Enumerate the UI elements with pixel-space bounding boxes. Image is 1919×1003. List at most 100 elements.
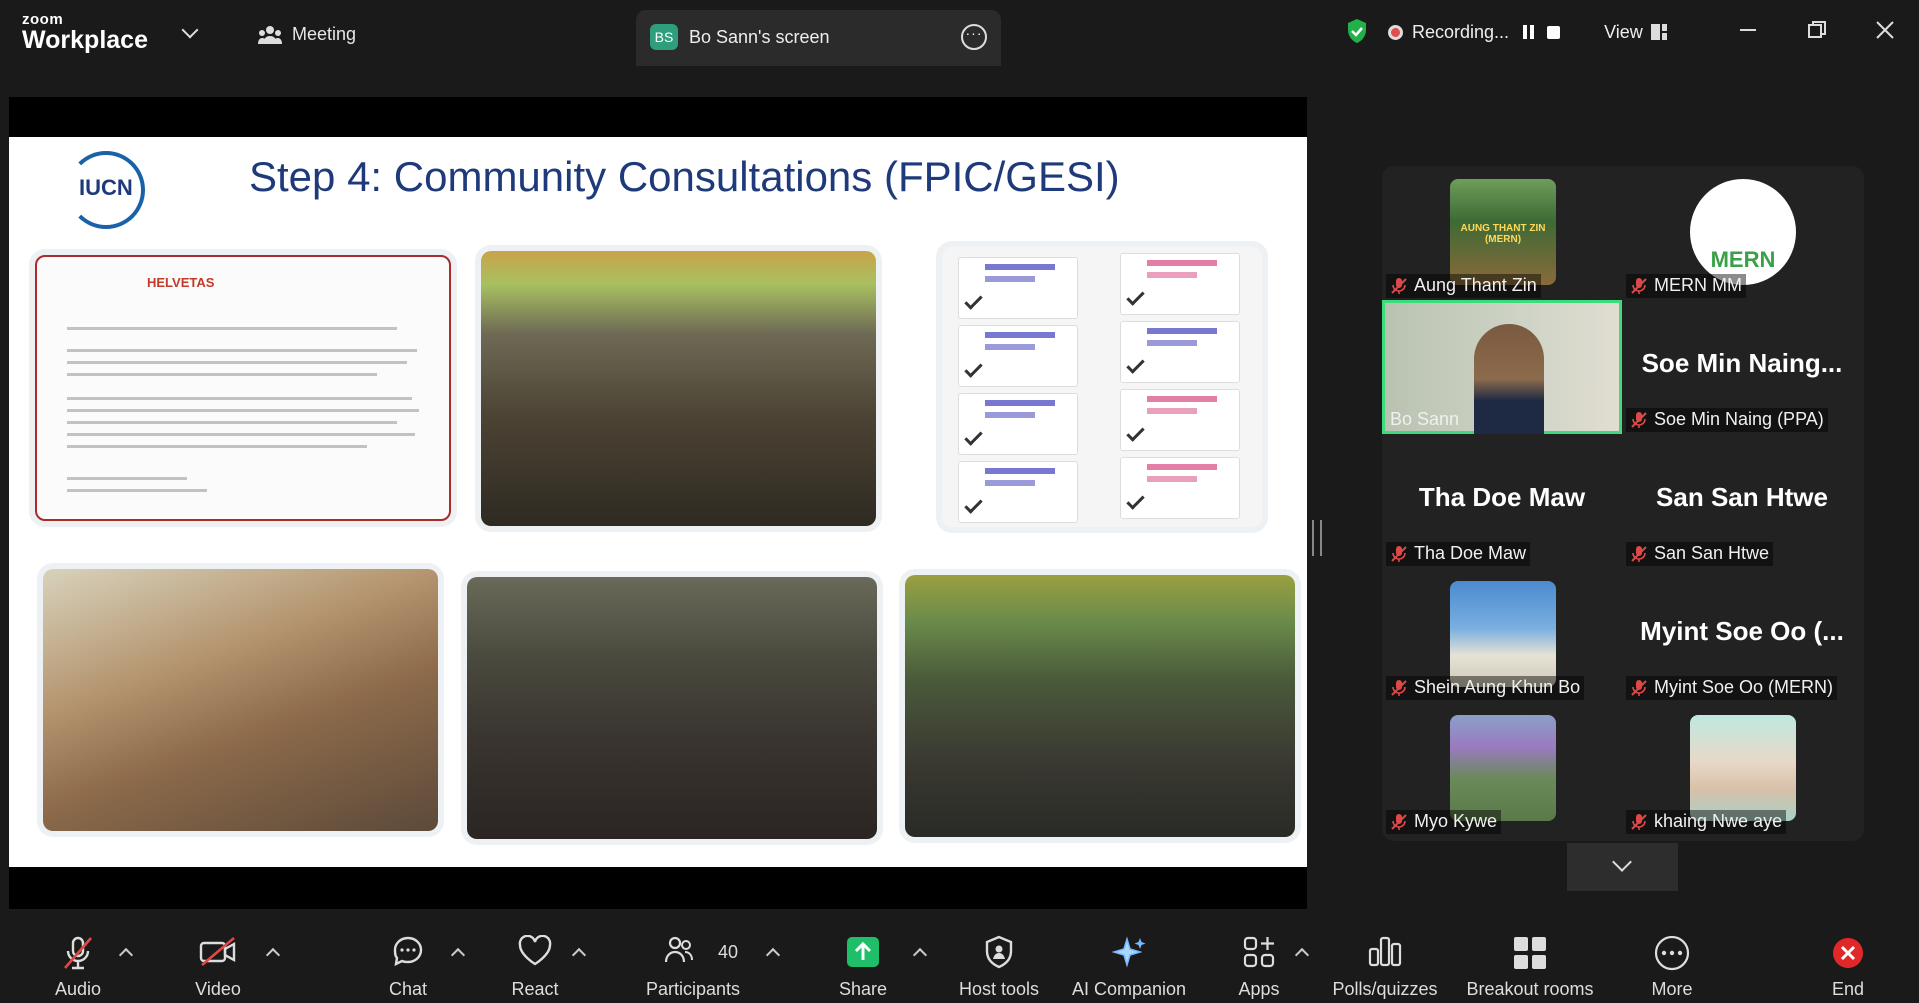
title-bar: zoom Workplace Meeting BS Bo Sann's scre… bbox=[0, 0, 1919, 66]
react-button[interactable]: React bbox=[487, 917, 583, 1003]
muted-mic-icon bbox=[1391, 679, 1407, 696]
participant-name: Tha Doe Maw bbox=[1386, 542, 1531, 566]
participant-thumbnail: MERN bbox=[1690, 179, 1796, 285]
recording-indicator: Recording... View bbox=[1380, 12, 1694, 52]
meeting-label: Meeting bbox=[292, 24, 357, 44]
sharer-avatar: BS bbox=[650, 24, 678, 50]
participant-name: Shein Aung Khun Bo bbox=[1386, 676, 1585, 700]
chevron-down-icon bbox=[1612, 852, 1632, 872]
participant-tile[interactable]: Soe Min Naing... Soe Min Naing (PPA) bbox=[1622, 300, 1862, 434]
recording-label: Recording... bbox=[1412, 21, 1510, 42]
view-button[interactable]: View bbox=[1604, 22, 1667, 43]
participant-tile[interactable]: MERN MERN MM bbox=[1622, 166, 1862, 300]
meeting-toolbar: Audio Video Chat React 40 Participants S… bbox=[0, 917, 1919, 1003]
pause-recording-button[interactable] bbox=[1523, 25, 1535, 39]
slide-title: Step 4: Community Consultations (FPIC/GE… bbox=[249, 153, 1120, 200]
shield-icon bbox=[985, 935, 1013, 969]
muted-mic-icon bbox=[1391, 277, 1407, 294]
participant-name: Soe Min Naing (PPA) bbox=[1626, 408, 1828, 432]
participant-thumbnail: AUNG THANT ZIN (MERN) bbox=[1450, 179, 1556, 285]
participants-icon bbox=[664, 936, 693, 963]
breakout-grid-icon bbox=[1514, 937, 1546, 969]
share-button[interactable]: Share bbox=[815, 917, 911, 1003]
stop-recording-button[interactable] bbox=[1547, 25, 1561, 39]
shared-screen[interactable]: IUCN Step 4: Community Consultations (FP… bbox=[9, 97, 1307, 909]
participant-display-name: Tha Doe Maw bbox=[1418, 482, 1586, 512]
encryption-shield-icon[interactable] bbox=[1346, 18, 1368, 44]
zoom-workplace-logo[interactable]: zoom Workplace bbox=[22, 12, 148, 53]
participant-tile[interactable]: Myo Kywe bbox=[1382, 702, 1622, 836]
recording-dot-icon bbox=[1388, 24, 1403, 40]
consent-letter-image: HELVETAS bbox=[35, 255, 451, 521]
audio-button[interactable]: Audio bbox=[30, 917, 126, 1003]
share-screen-icon bbox=[847, 937, 879, 967]
participant-tile[interactable]: khaing Nwe aye bbox=[1622, 702, 1862, 836]
participant-name: Myo Kywe bbox=[1386, 810, 1502, 834]
speaker-video bbox=[1474, 324, 1544, 434]
apps-icon bbox=[1243, 936, 1275, 968]
community-meeting-photo-1 bbox=[481, 251, 876, 526]
chevron-down-icon[interactable] bbox=[181, 21, 199, 39]
participant-name: Bo Sann bbox=[1390, 409, 1460, 429]
muted-mic-icon bbox=[1631, 277, 1647, 294]
ai-companion-button[interactable]: AI Companion bbox=[1068, 917, 1190, 1003]
more-options-icon[interactable]: ··· bbox=[961, 24, 987, 50]
participants-options-caret[interactable] bbox=[765, 947, 781, 963]
tab-title: Bo Sann's screen bbox=[689, 27, 830, 47]
village-gathering-photo bbox=[467, 577, 877, 839]
participant-gallery: AUNG THANT ZIN (MERN) Aung Thant Zin MER… bbox=[1382, 166, 1864, 841]
share-options-caret[interactable] bbox=[912, 947, 928, 963]
breakout-rooms-button[interactable]: Breakout rooms bbox=[1460, 917, 1600, 1003]
meeting-tab[interactable]: Meeting bbox=[258, 24, 356, 45]
host-tools-button[interactable]: Host tools bbox=[947, 917, 1051, 1003]
participant-thumbnail bbox=[1450, 581, 1556, 687]
video-off-icon bbox=[199, 937, 236, 966]
participant-thumbnail bbox=[1450, 715, 1556, 821]
close-icon[interactable] bbox=[1873, 18, 1897, 42]
participant-tile[interactable]: Tha Doe Maw Tha Doe Maw bbox=[1382, 434, 1622, 568]
chat-icon bbox=[393, 936, 423, 967]
participants-button[interactable]: 40 Participants bbox=[634, 917, 752, 1003]
participant-tile[interactable]: AUNG THANT ZIN (MERN) Aung Thant Zin bbox=[1382, 166, 1622, 300]
participant-display-name: San San Htwe bbox=[1656, 482, 1828, 512]
participant-name: Myint Soe Oo (MERN) bbox=[1626, 676, 1838, 700]
participant-display-name: Soe Min Naing... bbox=[1641, 348, 1843, 378]
restore-icon[interactable] bbox=[1805, 18, 1829, 42]
community-meeting-photo-2 bbox=[905, 575, 1295, 837]
voting-cards-image bbox=[942, 247, 1262, 527]
more-dots-icon bbox=[1654, 935, 1690, 971]
end-call-icon bbox=[1833, 938, 1863, 968]
view-label: View bbox=[1604, 21, 1643, 42]
participant-tile[interactable]: Shein Aung Khun Bo bbox=[1382, 568, 1622, 702]
presentation-slide: IUCN Step 4: Community Consultations (FP… bbox=[9, 137, 1307, 867]
minimize-icon[interactable] bbox=[1736, 18, 1760, 42]
muted-mic-icon bbox=[1631, 545, 1647, 562]
more-button[interactable]: More bbox=[1624, 917, 1720, 1003]
active-speaker-tile[interactable]: Bo Sann bbox=[1382, 300, 1622, 434]
participant-name: Aung Thant Zin bbox=[1386, 274, 1541, 298]
group-discussion-photo bbox=[43, 569, 438, 831]
resize-handle[interactable] bbox=[1312, 520, 1322, 556]
document-header: HELVETAS bbox=[147, 275, 215, 290]
participant-name: khaing Nwe aye bbox=[1626, 810, 1787, 834]
polls-quizzes-button[interactable]: Polls/quizzes bbox=[1328, 917, 1442, 1003]
screen-share-tab[interactable]: BS Bo Sann's screen ··· bbox=[636, 10, 1001, 66]
participant-tile[interactable]: Myint Soe Oo (... Myint Soe Oo (MERN) bbox=[1622, 568, 1862, 702]
participant-tile[interactable]: San San Htwe San San Htwe bbox=[1622, 434, 1862, 568]
scroll-down-button[interactable] bbox=[1567, 843, 1678, 891]
participant-count: 40 bbox=[718, 942, 739, 962]
grid-view-icon bbox=[1650, 24, 1667, 40]
muted-mic-icon bbox=[1631, 813, 1647, 830]
video-options-caret[interactable] bbox=[265, 947, 281, 963]
participant-thumbnail bbox=[1690, 715, 1796, 821]
muted-mic-icon bbox=[1391, 545, 1407, 562]
muted-mic-icon bbox=[1391, 813, 1407, 830]
participant-display-name: Myint Soe Oo (... bbox=[1640, 616, 1844, 646]
participant-name: San San Htwe bbox=[1626, 542, 1774, 566]
end-meeting-button[interactable]: End bbox=[1810, 917, 1886, 1003]
people-icon bbox=[258, 25, 282, 44]
sparkle-icon bbox=[1111, 936, 1146, 968]
apps-button[interactable]: Apps bbox=[1211, 917, 1307, 1003]
chat-button[interactable]: Chat bbox=[360, 917, 456, 1003]
video-button[interactable]: Video bbox=[170, 917, 266, 1003]
